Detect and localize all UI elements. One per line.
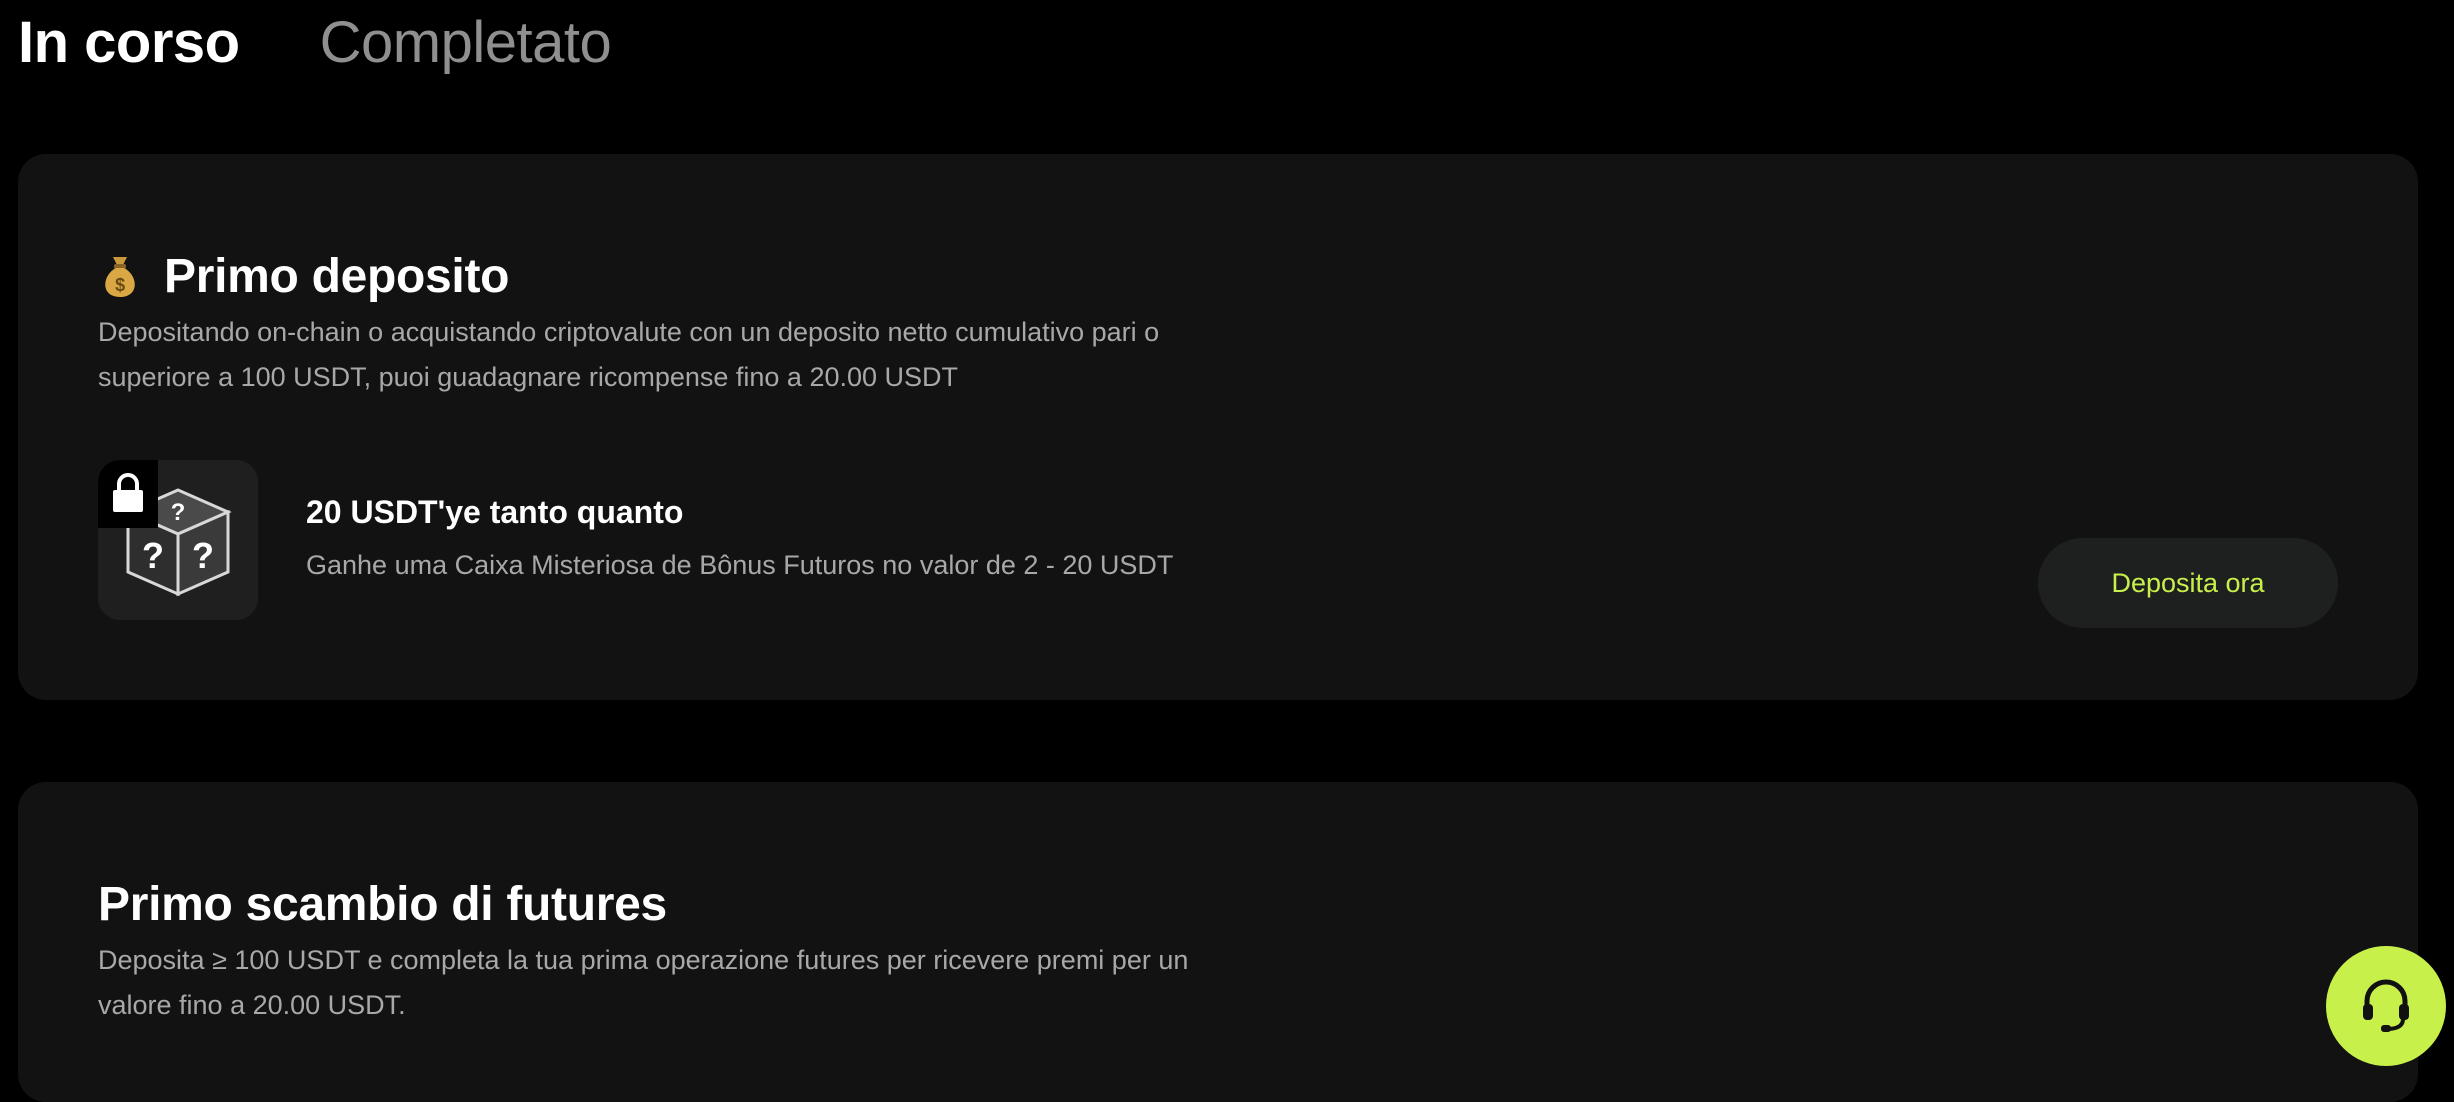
deposit-now-button[interactable]: Deposita ora — [2038, 538, 2338, 628]
card-description: Depositando on-chain o acquistando cript… — [98, 317, 1160, 392]
reward-item: ? ? ? 20 USDT'ye tanto quanto Ganhe uma … — [98, 460, 2338, 628]
card-title: Primo deposito — [164, 249, 510, 303]
tab-completed[interactable]: Completato — [320, 8, 612, 78]
first-deposit-heading: $ Primo deposito — [98, 244, 509, 308]
first-deposit-card: $ Primo deposito Depositando on-chain o … — [18, 154, 2418, 700]
mystery-box-icon: ? ? ? — [98, 460, 258, 620]
first-futures-heading: Primo scambio di futures — [98, 872, 667, 936]
first-futures-trade-card: Primo scambio di futures Deposita ≥ 100 … — [18, 782, 2418, 1102]
card-title: Primo scambio di futures — [98, 877, 667, 931]
svg-text:$: $ — [115, 275, 125, 295]
card-description: Deposita ≥ 100 USDT e completa la tua pr… — [98, 945, 1189, 1020]
tab-in-progress[interactable]: In corso — [18, 8, 240, 78]
svg-text:?: ? — [171, 499, 186, 526]
support-button[interactable] — [2326, 946, 2446, 1066]
money-bag-icon: $ — [98, 253, 142, 299]
task-tabs: In corso Completato — [18, 8, 612, 78]
svg-text:?: ? — [142, 535, 164, 576]
reward-title: 20 USDT'ye tanto quanto — [306, 494, 684, 530]
reward-subtitle: Ganhe uma Caixa Misteriosa de Bônus Futu… — [306, 550, 1174, 580]
svg-text:?: ? — [192, 535, 214, 576]
headset-icon — [2357, 975, 2415, 1038]
